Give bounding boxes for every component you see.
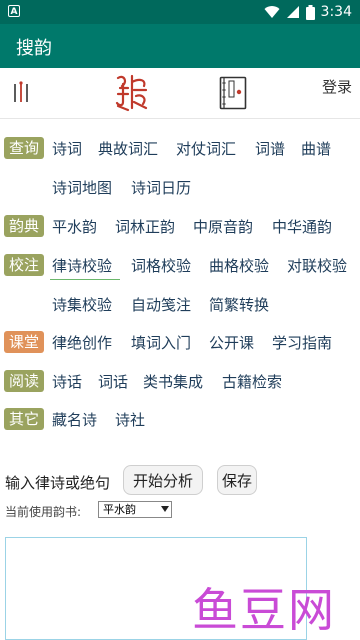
link-shihua[interactable]: 诗话 xyxy=(52,371,82,392)
tag-reading: 阅读 xyxy=(4,370,44,392)
login-link[interactable]: 登录 xyxy=(322,76,352,97)
link-allusion-vocab[interactable]: 典故词汇 xyxy=(98,138,158,159)
rhyme-book-selected: 平水韵 xyxy=(103,503,136,516)
link-qu-patterns[interactable]: 曲谱 xyxy=(301,138,331,159)
link-pingshui-rhyme[interactable]: 平水韵 xyxy=(52,216,97,237)
icon-toolbar: 登录 xyxy=(0,68,360,119)
book-icon[interactable] xyxy=(219,76,247,110)
link-zhonghua-rhyme[interactable]: 中华通韵 xyxy=(272,216,332,237)
link-cige-check[interactable]: 词格校验 xyxy=(131,255,191,276)
link-zhongyuan-rhyme[interactable]: 中原音韵 xyxy=(193,216,253,237)
link-poetry-calendar[interactable]: 诗词日历 xyxy=(131,177,191,198)
link-leishu[interactable]: 类书集成 xyxy=(143,371,203,392)
link-open-class[interactable]: 公开课 xyxy=(209,332,254,353)
watermark-logo: 鱼豆网 xyxy=(192,583,336,637)
active-underline xyxy=(50,279,120,280)
signal-icon xyxy=(286,6,299,18)
link-poetry[interactable]: 诗词 xyxy=(52,138,82,159)
link-auto-annotate[interactable]: 自动笺注 xyxy=(131,294,191,315)
status-bar: A 3:34 xyxy=(0,0,360,24)
link-quge-check[interactable]: 曲格校验 xyxy=(209,255,269,276)
link-poetry-society[interactable]: 诗社 xyxy=(115,409,145,430)
link-cihua[interactable]: 词话 xyxy=(98,371,128,392)
tag-other: 其它 xyxy=(4,408,44,430)
app-bar: 搜韵 xyxy=(0,24,360,68)
status-right: 3:34 xyxy=(264,0,352,24)
rhyme-book-label: 当前使用韵书: xyxy=(5,505,82,519)
link-anthology-check[interactable]: 诗集校验 xyxy=(52,294,112,315)
notification-icon: A xyxy=(8,5,20,17)
link-lujue-creation[interactable]: 律绝创作 xyxy=(52,332,112,353)
dropdown-arrow-icon xyxy=(161,506,169,512)
wifi-icon xyxy=(264,6,280,19)
tag-rhyme-dict: 韵典 xyxy=(4,215,44,237)
tag-query: 查询 xyxy=(4,137,44,159)
brush-tools-icon[interactable] xyxy=(12,80,30,104)
link-ci-intro[interactable]: 填词入门 xyxy=(131,332,191,353)
start-analysis-button[interactable]: 开始分析 xyxy=(123,465,203,495)
link-antithesis-vocab[interactable]: 对仗词汇 xyxy=(176,138,236,159)
tag-classroom: 课堂 xyxy=(4,331,44,353)
save-button[interactable]: 保存 xyxy=(217,465,257,495)
seal-logo-icon[interactable] xyxy=(114,72,150,112)
link-poetry-map[interactable]: 诗词地图 xyxy=(52,177,112,198)
status-time: 3:34 xyxy=(320,4,352,20)
link-ci-patterns[interactable]: 词谱 xyxy=(255,138,285,159)
link-duilian-check[interactable]: 对联校验 xyxy=(287,255,347,276)
link-hidden-name-poem[interactable]: 藏名诗 xyxy=(52,409,97,430)
battery-icon xyxy=(305,4,315,20)
link-cilin-rhyme[interactable]: 词林正韵 xyxy=(115,216,175,237)
link-study-guide[interactable]: 学习指南 xyxy=(272,332,332,353)
tag-proofing: 校注 xyxy=(4,254,44,276)
link-ancient-books[interactable]: 古籍检索 xyxy=(222,371,282,392)
app-title: 搜韵 xyxy=(16,38,52,59)
rhyme-book-select[interactable]: 平水韵 xyxy=(98,501,172,518)
link-lushi-check[interactable]: 律诗校验 xyxy=(52,255,112,276)
link-trad-simp-convert[interactable]: 简繁转换 xyxy=(209,294,269,315)
input-prompt: 输入律诗或绝句 xyxy=(5,474,111,492)
